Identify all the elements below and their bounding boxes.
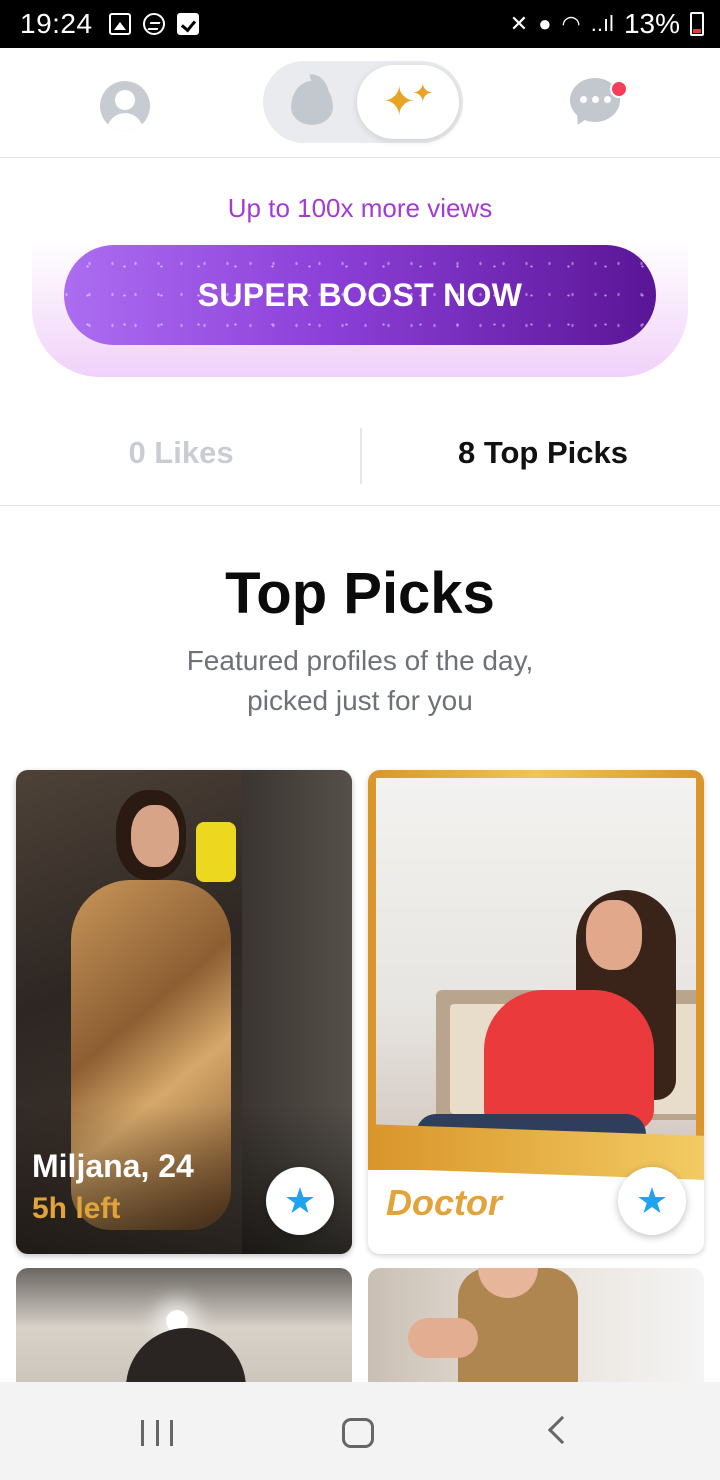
- profile-card-doctor[interactable]: Doctor ★: [368, 770, 704, 1254]
- messages-button[interactable]: [570, 78, 628, 129]
- profile-icon: [115, 90, 135, 110]
- home-icon[interactable]: [342, 1418, 374, 1448]
- location-icon: ●: [538, 11, 552, 36]
- notification-dot: [610, 80, 628, 98]
- sparkles-icon: ✦: [382, 80, 416, 124]
- star-icon: ★: [635, 1180, 669, 1221]
- page-subtitle-line1: Featured profiles of the day,: [186, 645, 534, 676]
- gold-sparkles-tab[interactable]: ✦ ✦: [357, 65, 459, 139]
- checkbox-icon: [176, 13, 199, 35]
- mute-vibrate-icon: ✕: [509, 11, 529, 36]
- sparkle-small-icon: ✦: [411, 78, 434, 108]
- gallery-icon: [108, 13, 131, 35]
- flame-icon[interactable]: [291, 81, 333, 125]
- status-time: 19:24: [20, 8, 93, 39]
- super-like-button[interactable]: ★: [618, 1167, 686, 1235]
- tab-likes[interactable]: 0 Likes: [0, 435, 362, 471]
- card-photo-face: [586, 900, 642, 970]
- card-photo-phone: [196, 822, 236, 882]
- signal-icon: ..ıl: [590, 11, 614, 36]
- tab-top-picks[interactable]: 8 Top Picks: [362, 435, 720, 471]
- status-bar: 19:24 ✕ ● ◠ ..ıl 13%: [0, 0, 720, 48]
- recent-apps-icon[interactable]: [141, 1420, 173, 1446]
- chat-dots: [580, 96, 611, 103]
- card-name-age: Miljana, 24: [32, 1148, 194, 1184]
- wifi-icon: ◠: [561, 11, 581, 36]
- super-boost-button[interactable]: SUPER BOOST NOW: [64, 245, 656, 345]
- boost-subtitle: Up to 100x more views: [227, 193, 493, 223]
- profile-button[interactable]: [100, 81, 150, 131]
- super-boost-label: SUPER BOOST NOW: [197, 276, 523, 313]
- top-navigation: ✦ ✦: [0, 48, 720, 158]
- mode-toggle[interactable]: ✦ ✦: [263, 61, 463, 143]
- status-notification-icons: [108, 13, 199, 35]
- card-photo: [376, 778, 696, 1158]
- battery-icon: [690, 12, 704, 36]
- system-navigation-bar: [0, 1382, 720, 1480]
- card-photo-arm: [408, 1318, 478, 1358]
- star-icon: ★: [283, 1180, 317, 1221]
- super-like-button[interactable]: ★: [266, 1167, 334, 1235]
- status-system-icons: ✕ ● ◠ ..ıl 13%: [510, 8, 704, 40]
- messenger-icon: [142, 13, 165, 35]
- page-subtitle-line2: picked just for you: [247, 685, 473, 716]
- back-icon[interactable]: [547, 1415, 577, 1445]
- card-photo-face: [131, 805, 179, 867]
- page-title: Top Picks: [225, 561, 495, 626]
- battery-percent: 13%: [623, 8, 680, 39]
- profile-card-miljana[interactable]: Miljana, 24 5h left ★: [16, 770, 352, 1254]
- card-job-title: Doctor: [386, 1182, 502, 1223]
- likes-tabs: 0 Likes 8 Top Picks: [0, 410, 720, 506]
- card-photo-top: [484, 990, 654, 1130]
- card-time-left: 5h left: [32, 1192, 121, 1225]
- profile-icon-body: [107, 113, 143, 131]
